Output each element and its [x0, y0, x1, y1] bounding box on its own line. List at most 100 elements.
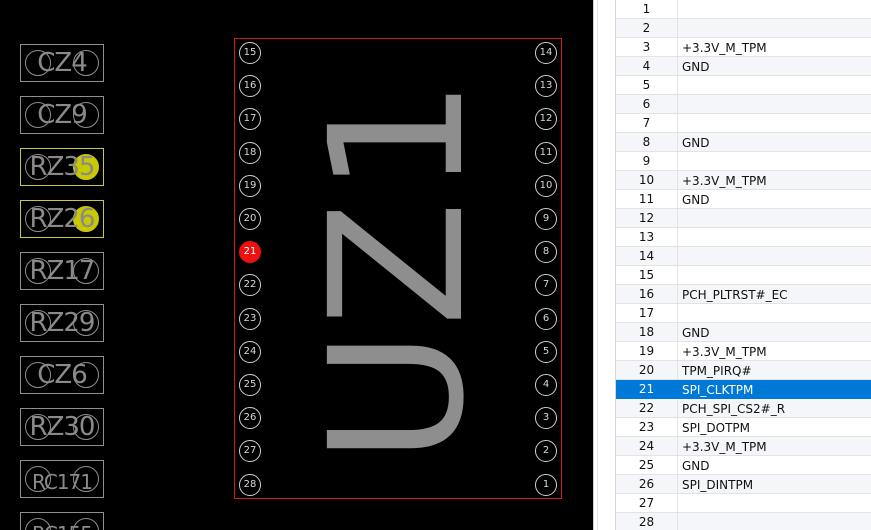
table-row[interactable]: 3 +3.3V_M_TPM: [616, 38, 871, 57]
chip-pin[interactable]: 15: [239, 42, 261, 64]
chip-pin[interactable]: 11: [535, 141, 557, 164]
table-row[interactable]: 20 TPM_PIRQ#: [616, 361, 871, 380]
chip-pin[interactable]: 4: [535, 374, 557, 396]
component-footprint[interactable]: RZ29: [20, 304, 104, 342]
table-row[interactable]: 22 PCH_SPI_CS2#_R: [616, 399, 871, 418]
component-refdes: RZ26: [29, 204, 96, 234]
chip-pin[interactable]: 7: [535, 274, 557, 297]
table-row[interactable]: 15: [616, 266, 871, 285]
table-row[interactable]: 16 PCH_PLTRST#_EC: [616, 285, 871, 304]
pin-number-cell: 13: [616, 228, 678, 246]
chip-pin[interactable]: 22: [239, 274, 261, 297]
net-name-cell: [678, 266, 871, 284]
component-footprint[interactable]: CZ6: [20, 356, 104, 394]
component-footprint[interactable]: CZ4: [20, 44, 104, 82]
chip-pin[interactable]: 28: [239, 473, 261, 496]
net-name-cell: [678, 304, 871, 322]
chip-pin[interactable]: 10: [535, 174, 557, 197]
component-refdes: CZ6: [37, 360, 88, 390]
chip-pin[interactable]: 6: [535, 307, 557, 330]
board-viewer-window: CZ4CZ9RZ35RZ26RZ17RZ29CZ6RZ30RC171RC155 …: [0, 0, 871, 530]
chip-pin[interactable]: 13: [535, 75, 557, 98]
pin-number-cell: 11: [616, 190, 678, 208]
chip-pin[interactable]: 27: [239, 440, 261, 463]
table-row[interactable]: 8 GND: [616, 133, 871, 152]
chip-pin[interactable]: 9: [535, 208, 557, 230]
chip-pin[interactable]: 20: [239, 208, 261, 230]
table-row[interactable]: 28: [616, 513, 871, 530]
table-row[interactable]: 7: [616, 114, 871, 133]
component-footprint[interactable]: RC171: [20, 460, 104, 498]
table-row[interactable]: 27: [616, 494, 871, 513]
pin-number-cell: 6: [616, 95, 678, 113]
net-name-cell: PCH_PLTRST#_EC: [682, 288, 788, 302]
table-row[interactable]: 9: [616, 152, 871, 171]
net-name-cell: GND: [682, 136, 710, 150]
table-row[interactable]: 17: [616, 304, 871, 323]
table-row[interactable]: 18 GND: [616, 323, 871, 342]
chip-pin[interactable]: 26: [239, 407, 261, 430]
table-row[interactable]: 2: [616, 19, 871, 38]
net-name-cell: [678, 209, 871, 227]
chip-pin[interactable]: 16: [239, 75, 261, 98]
pin-number-cell: 27: [616, 494, 678, 512]
pin-number-cell: 7: [616, 114, 678, 132]
chip-pin[interactable]: 17: [239, 108, 261, 131]
chip-pin[interactable]: 12: [535, 108, 557, 131]
component-footprint[interactable]: RZ26: [20, 200, 104, 238]
component-footprint[interactable]: RZ30: [20, 408, 104, 446]
chip-pin[interactable]: 8: [535, 241, 557, 264]
pcb-canvas[interactable]: CZ4CZ9RZ35RZ26RZ17RZ29CZ6RZ30RC171RC155 …: [0, 0, 593, 530]
pin-number-cell: 25: [616, 456, 678, 474]
table-row[interactable]: 19 +3.3V_M_TPM: [616, 342, 871, 361]
net-name-cell: PCH_SPI_CS2#_R: [682, 402, 786, 416]
table-row[interactable]: 11 GND: [616, 190, 871, 209]
chip-pin[interactable]: 18: [239, 141, 261, 164]
chip-pin[interactable]: 19: [239, 174, 261, 197]
table-row[interactable]: 1: [616, 0, 871, 19]
table-row[interactable]: 26 SPI_DINTPM: [616, 475, 871, 494]
table-row[interactable]: 25 GND: [616, 456, 871, 475]
pin-number-cell: 21: [616, 380, 678, 398]
pin-number-cell: 20: [616, 361, 678, 379]
chip-pin[interactable]: 14: [535, 42, 557, 64]
pin-number-cell: 12: [616, 209, 678, 227]
component-footprint[interactable]: RZ35: [20, 148, 104, 186]
table-row[interactable]: 23 SPI_DOTPM: [616, 418, 871, 437]
pin-number-cell: 10: [616, 171, 678, 189]
table-row[interactable]: 21 SPI_CLKTPM: [616, 380, 871, 399]
table-row[interactable]: 24 +3.3V_M_TPM: [616, 437, 871, 456]
pin-net-table[interactable]: 1 2 3 +3.3V_M_TPM 4 GND 5 6 7 8 GND 9 10 +3.3V_M_TPM 1…: [615, 0, 871, 530]
table-row[interactable]: 4 GND: [616, 57, 871, 76]
table-row[interactable]: 6: [616, 95, 871, 114]
chip-pin[interactable]: 21: [239, 241, 261, 264]
pin-number-cell: 19: [616, 342, 678, 360]
pin-number-cell: 22: [616, 399, 678, 417]
component-footprint[interactable]: RC155: [20, 512, 104, 530]
chip-pin[interactable]: 2: [535, 440, 557, 463]
chip-pin[interactable]: 24: [239, 340, 261, 363]
table-row[interactable]: 5: [616, 76, 871, 95]
table-row[interactable]: 14: [616, 247, 871, 266]
net-name-cell: [678, 19, 871, 37]
splitter-grip: [597, 0, 598, 530]
component-footprint[interactable]: RZ17: [20, 252, 104, 290]
chip-pin[interactable]: 3: [535, 407, 557, 430]
chip-pin[interactable]: 23: [239, 307, 261, 330]
component-footprint[interactable]: CZ9: [20, 96, 104, 134]
net-name-cell: [678, 152, 871, 170]
table-row[interactable]: 12: [616, 209, 871, 228]
pin-number-cell: 17: [616, 304, 678, 322]
component-refdes: RZ17: [29, 256, 96, 286]
pin-number-cell: 4: [616, 57, 678, 75]
table-row[interactable]: 13: [616, 228, 871, 247]
pin-net-rows: 1 2 3 +3.3V_M_TPM 4 GND 5 6 7 8 GND 9 10 +3.3V_M_TPM 1…: [616, 0, 871, 530]
table-row[interactable]: 10 +3.3V_M_TPM: [616, 171, 871, 190]
chip-pin[interactable]: 1: [535, 473, 557, 496]
net-name-cell: TPM_PIRQ#: [682, 364, 752, 378]
net-name-cell: SPI_CLKTPM: [682, 383, 754, 397]
panel-splitter[interactable]: [593, 0, 615, 530]
chip-pin[interactable]: 5: [535, 340, 557, 363]
chip-pin[interactable]: 25: [239, 374, 261, 396]
net-name-cell: [678, 228, 871, 246]
